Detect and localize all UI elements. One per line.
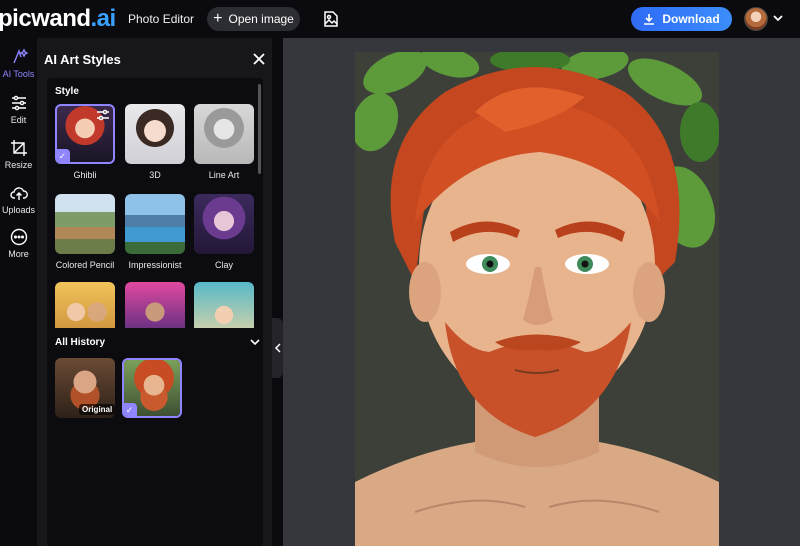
ghibli-thumbnail: ✓ [55, 104, 115, 164]
photo-editor-link[interactable]: Photo Editor [128, 12, 194, 26]
check-icon: ✓ [57, 149, 70, 162]
impressionist-thumbnail [125, 194, 185, 254]
download-button[interactable]: Download [631, 7, 732, 31]
style-tile-line-art[interactable]: Line Art [194, 104, 254, 180]
style-tile-impressionist[interactable]: Impressionist [125, 194, 185, 270]
chevron-left-icon [274, 343, 281, 353]
style-tile-3d[interactable]: 3D [125, 104, 185, 180]
original-tag: Original [79, 404, 115, 415]
close-icon[interactable] [252, 52, 266, 66]
more-dots-icon [10, 228, 27, 246]
app-logo[interactable]: picwand.ai [0, 5, 116, 33]
sliders-icon [11, 95, 26, 111]
ai-art-styles-panel: AI Art Styles Style ✓ Ghibli 3D Line Art… [37, 38, 272, 546]
clay-thumbnail [194, 194, 254, 254]
open-image-button[interactable]: + Open image [207, 7, 300, 31]
history-section: All History Original ✓ [47, 328, 263, 546]
style-section: Style ✓ Ghibli 3D Line Art Colored Penci… [47, 78, 263, 359]
3d-thumbnail [125, 104, 185, 164]
chevron-down-icon[interactable] [772, 12, 784, 24]
edited-image [355, 52, 719, 546]
rail-item-resize[interactable]: Resize [0, 139, 37, 170]
style-tile-colored-pencil[interactable]: Colored Pencil [55, 194, 115, 270]
style-tile-clay[interactable]: Clay [194, 194, 254, 270]
history-section-label: All History [55, 337, 106, 348]
rail-item-ai-tools[interactable]: AI Tools [0, 48, 37, 79]
rail-item-more[interactable]: More [0, 228, 37, 259]
download-label: Download [662, 12, 720, 26]
top-bar: picwand.ai Photo Editor + Open image Dow… [0, 0, 800, 38]
ai-sparkle-icon [12, 48, 28, 64]
style-scrollbar[interactable] [258, 84, 261, 174]
check-icon: ✓ [124, 403, 137, 416]
colored-pencil-thumbnail [55, 194, 115, 254]
style-tile-ghibli[interactable]: ✓ Ghibli [55, 104, 115, 180]
open-image-label: Open image [228, 12, 294, 26]
line-art-thumbnail [194, 104, 254, 164]
chevron-down-icon[interactable] [250, 337, 260, 347]
collapse-panel-handle[interactable] [272, 318, 283, 378]
history-item-original[interactable]: Original [55, 358, 115, 418]
cloud-upload-icon [9, 187, 28, 200]
crop-icon [10, 140, 27, 156]
plus-icon: + [213, 10, 223, 27]
style-section-label: Style [55, 86, 79, 97]
history-item-ghibli[interactable]: ✓ [122, 358, 182, 418]
rail-item-uploads[interactable]: Uploads [0, 184, 37, 215]
panel-title: AI Art Styles [44, 52, 121, 67]
download-icon [644, 14, 655, 25]
image-export-icon[interactable] [322, 10, 340, 28]
image-canvas[interactable] [283, 38, 800, 546]
rail-item-edit[interactable]: Edit [0, 94, 37, 125]
tool-rail: AI Tools Edit Resize Uploads More [0, 38, 37, 546]
user-avatar[interactable] [744, 7, 768, 31]
adjust-icon[interactable] [96, 109, 110, 121]
